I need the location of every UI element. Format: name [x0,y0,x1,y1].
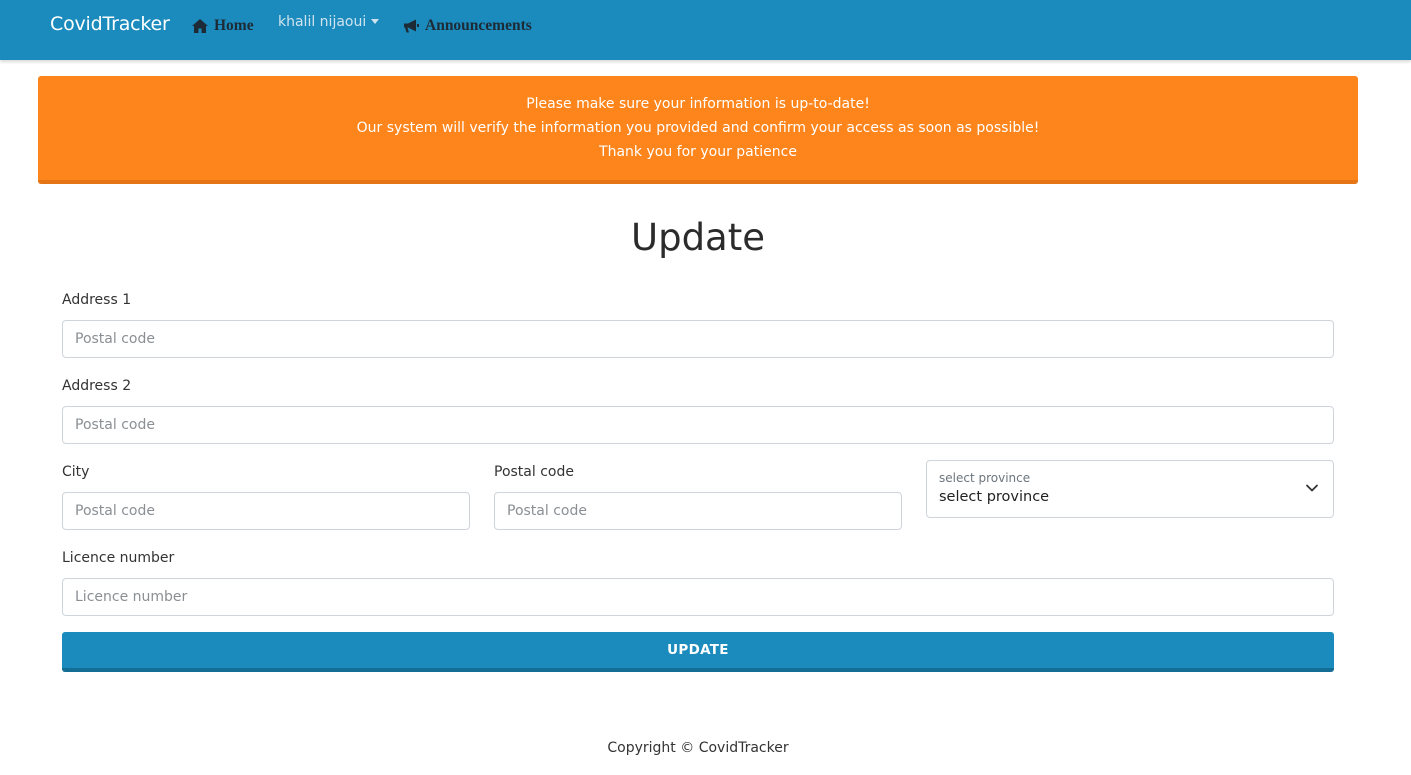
brand-logo-link[interactable]: CovidTracker [50,13,170,35]
info-alert: Please make sure your information is up-… [38,76,1358,184]
licence-label: Licence number [62,550,175,566]
home-icon [192,19,208,33]
city-label: City [62,464,90,480]
caret-down-icon [371,18,380,24]
nav-home-link[interactable]: Home [191,15,254,37]
update-button[interactable]: UPDATE [62,632,1334,672]
province-select[interactable]: select province select province [926,460,1334,518]
nav-announcements-link[interactable]: Announcements [402,15,532,37]
postal-code-label: Postal code [494,464,574,480]
footer-copyright: Copyright © CovidTracker [607,740,789,756]
province-floating-label: select province [939,471,1031,485]
address2-input[interactable] [62,406,1334,444]
page-title: Update [631,216,765,259]
nav-home-label: Home [214,17,254,34]
address1-label: Address 1 [62,292,132,308]
top-navbar: CovidTracker Home khalil nijaoui Announc… [0,0,1411,60]
address1-input[interactable] [62,320,1334,358]
postal-code-input[interactable] [494,492,902,530]
nav-announcements-label: Announcements [425,17,532,34]
chevron-down-icon [1306,484,1318,492]
alert-line-3: Thank you for your patience [599,144,797,160]
address2-label: Address 2 [62,378,132,394]
user-name-label: khalil nijaoui [278,14,367,30]
alert-line-2: Our system will verify the information y… [356,120,1040,136]
alert-line-1: Please make sure your information is up-… [526,96,870,112]
megaphone-icon [404,19,419,33]
user-dropdown-toggle[interactable]: khalil nijaoui [278,11,380,33]
licence-number-input[interactable] [62,578,1334,616]
city-input[interactable] [62,492,470,530]
province-selected-value: select province [939,489,1050,505]
